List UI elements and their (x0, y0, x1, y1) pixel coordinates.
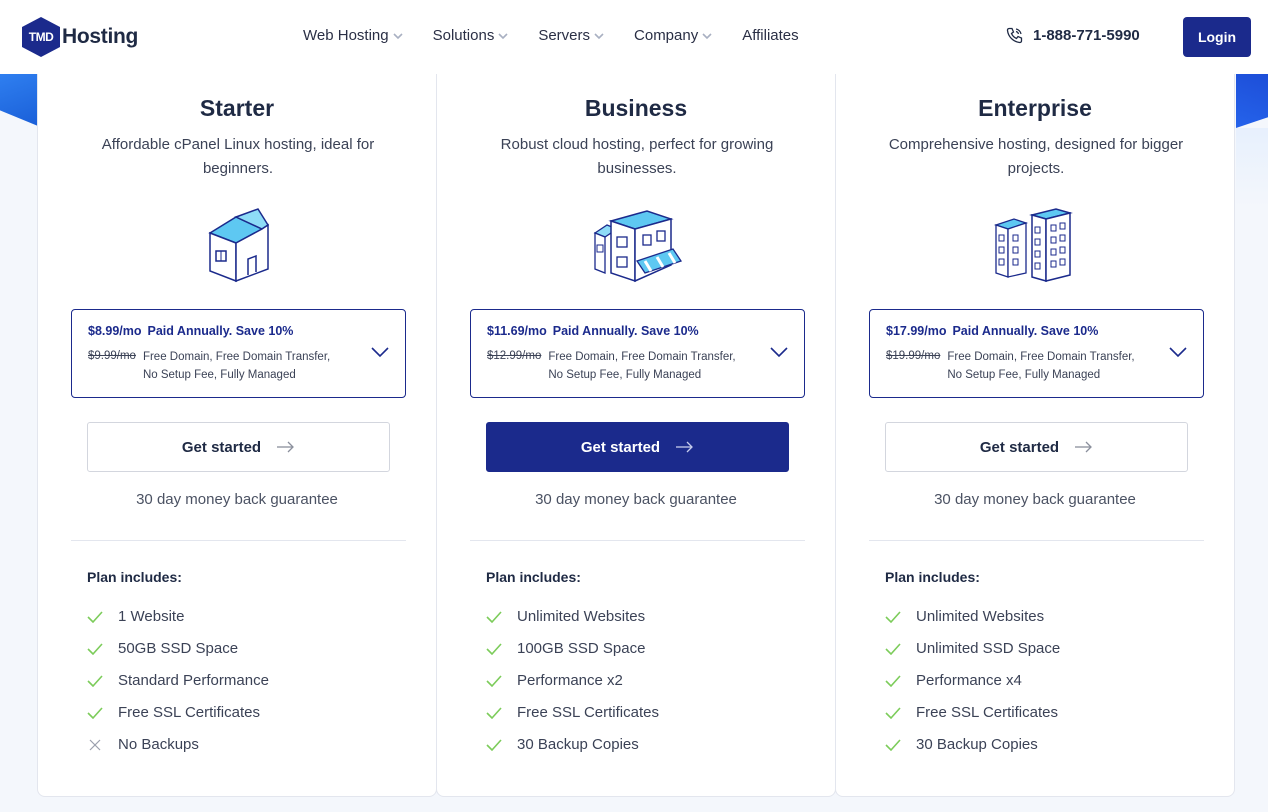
guarantee-text: 30 day money back guarantee (136, 491, 338, 508)
chevron-down-icon (1169, 347, 1187, 358)
main-nav: Web Hosting Solutions Servers Company Af… (303, 27, 829, 44)
billing-note: Paid Annually. Save 10% (147, 324, 294, 338)
billing-note: Paid Annually. Save 10% (952, 324, 1099, 338)
price-value: $17.99/mo (886, 324, 947, 338)
nav-affiliates[interactable]: Affiliates (742, 27, 798, 44)
feature-item: Free SSL Certificates (87, 704, 260, 721)
office-buildings-icon (993, 208, 1073, 282)
divider (470, 540, 805, 541)
cross-icon (87, 737, 103, 753)
price-value: $11.69/mo (487, 324, 547, 338)
check-icon (87, 705, 103, 721)
check-icon (486, 705, 502, 721)
chevron-down-icon (702, 32, 712, 39)
chevron-down-icon (594, 32, 604, 39)
price-selector[interactable]: $11.69/mo Paid Annually. Save 10% $12.99/… (470, 309, 805, 398)
plan-card-business: Business Robust cloud hosting, perfect f… (436, 60, 836, 797)
guarantee-text: 30 day money back guarantee (934, 491, 1136, 508)
check-icon (486, 609, 502, 625)
plan-card-starter: Starter Affordable cPanel Linux hosting,… (37, 60, 437, 797)
feature-item: No Backups (87, 736, 199, 753)
feature-item: 50GB SSD Space (87, 640, 238, 657)
feature-item: 30 Backup Copies (486, 736, 639, 753)
chevron-down-icon (371, 347, 389, 358)
price-selector[interactable]: $17.99/mo Paid Annually. Save 10% $19.99/… (869, 309, 1204, 398)
arrow-right-icon (1075, 441, 1093, 453)
plan-includes-label: Plan includes: (486, 569, 581, 585)
feature-item: Free SSL Certificates (885, 704, 1058, 721)
plan-title: Starter (199, 95, 275, 121)
old-price: $9.99/mo (88, 350, 136, 362)
check-icon (885, 609, 901, 625)
feature-item: Standard Performance (87, 672, 269, 689)
chevron-down-icon (770, 347, 788, 358)
check-icon (885, 737, 901, 753)
nav-company[interactable]: Company (634, 27, 712, 44)
feature-item: 100GB SSD Space (486, 640, 645, 657)
price-perks: Free Domain, Free Domain Transfer, No Se… (548, 351, 736, 381)
get-started-button[interactable]: Get started (486, 422, 789, 472)
price-value: $8.99/mo (88, 324, 142, 338)
check-icon (486, 673, 502, 689)
divider (71, 540, 406, 541)
background-fade-right (1236, 128, 1268, 208)
logo-badge: TMD (22, 17, 60, 57)
plan-card-enterprise: Enterprise Comprehensive hosting, design… (835, 60, 1235, 797)
get-started-button[interactable]: Get started (885, 422, 1188, 472)
check-icon (87, 641, 103, 657)
feature-item: Free SSL Certificates (486, 704, 659, 721)
guarantee-text: 30 day money back guarantee (535, 491, 737, 508)
login-button[interactable]: Login (1183, 17, 1251, 57)
divider (869, 540, 1204, 541)
house-icon (208, 208, 270, 283)
feature-item: 30 Backup Copies (885, 736, 1038, 753)
check-icon (885, 641, 901, 657)
feature-item: 1 Website (87, 608, 184, 625)
check-icon (486, 737, 502, 753)
feature-item: Unlimited Websites (885, 608, 1044, 625)
feature-item: Performance x2 (486, 672, 623, 689)
nav-web-hosting[interactable]: Web Hosting (303, 27, 403, 44)
plan-title: Enterprise (978, 95, 1092, 121)
price-perks: Free Domain, Free Domain Transfer, No Se… (142, 351, 331, 381)
billing-note: Paid Annually. Save 10% (552, 324, 699, 338)
plan-title: Business (584, 95, 688, 121)
price-perks: Free Domain, Free Domain Transfer, No Se… (947, 351, 1135, 381)
check-icon (885, 673, 901, 689)
nav-solutions[interactable]: Solutions (433, 27, 509, 44)
old-price: $19.99/mo (886, 350, 941, 362)
background-accent-left (0, 74, 38, 126)
plan-description: Comprehensive hosting, designed for bigg… (888, 136, 1184, 177)
plan-includes-label: Plan includes: (885, 569, 980, 585)
check-icon (87, 673, 103, 689)
price-selector[interactable]: $8.99/mo Paid Annually. Save 10% $9.99/mo… (71, 309, 406, 398)
storefront-icon (593, 210, 683, 283)
chevron-down-icon (393, 32, 403, 39)
plan-includes-label: Plan includes: (87, 569, 182, 585)
feature-item: Unlimited SSD Space (885, 640, 1060, 657)
phone-icon (1006, 27, 1023, 44)
check-icon (885, 705, 901, 721)
chevron-down-icon (498, 32, 508, 39)
check-icon (486, 641, 502, 657)
feature-item: Unlimited Websites (486, 608, 645, 625)
phone-link[interactable]: 1-888-771-5990 (1006, 27, 1140, 44)
site-logo[interactable]: TMD Hosting (22, 17, 138, 57)
check-icon (87, 609, 103, 625)
get-started-button[interactable]: Get started (87, 422, 390, 472)
background-accent-right (1236, 74, 1268, 128)
plan-description: Affordable cPanel Linux hosting, ideal f… (101, 136, 375, 177)
logo-name: Hosting (62, 25, 139, 48)
old-price: $12.99/mo (487, 350, 542, 362)
site-header: TMD Hosting Web Hosting Solutions Server… (0, 0, 1268, 74)
arrow-right-icon (277, 441, 295, 453)
nav-servers[interactable]: Servers (538, 27, 604, 44)
feature-item: Performance x4 (885, 672, 1022, 689)
plan-description: Robust cloud hosting, perfect for growin… (500, 136, 774, 177)
phone-number: 1-888-771-5990 (1033, 27, 1140, 44)
arrow-right-icon (676, 441, 694, 453)
